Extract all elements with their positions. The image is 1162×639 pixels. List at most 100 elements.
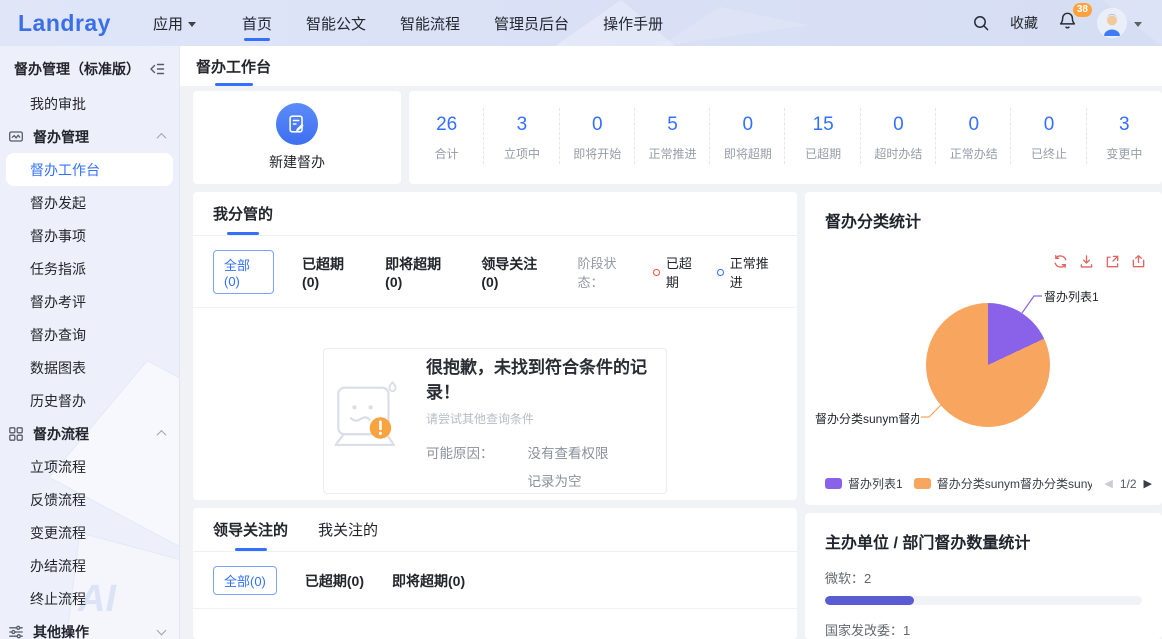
chevron-up-icon bbox=[157, 133, 167, 143]
stat-label: 正常推进 bbox=[635, 145, 710, 162]
sidebar-item-complete-flow[interactable]: 办结流程 bbox=[0, 549, 179, 582]
legend-prev-icon[interactable]: ◀ bbox=[1104, 477, 1112, 490]
stat-about-to-start[interactable]: 0即将开始 bbox=[560, 114, 635, 162]
sidebar-section-supervision-mgmt[interactable]: 督办管理 bbox=[0, 120, 179, 153]
filter-overdue[interactable]: 已超期(0) bbox=[302, 254, 357, 290]
stat-value: 0 bbox=[936, 114, 1011, 136]
panel-my-managed: 我分管的 全部(0) 已超期(0) 即将超期(0) 领导关注(0) 阶段状态： bbox=[193, 192, 797, 500]
sidebar-item-history[interactable]: 历史督办 bbox=[0, 384, 179, 417]
filter-overdue[interactable]: 已超期(0) bbox=[305, 571, 364, 591]
stage-legend-overdue: 已超期 bbox=[653, 253, 701, 291]
stat-label: 正常办结 bbox=[936, 145, 1011, 162]
nav-item-home[interactable]: 首页 bbox=[242, 0, 272, 46]
sidebar-item-label: 我的审批 bbox=[30, 94, 86, 114]
sidebar-menu: 我的审批 督办管理 督办工作台 督办发起 督办事项 任务指派 督办考评 督办查询… bbox=[0, 87, 179, 639]
sidebar-item-data-charts[interactable]: 数据图表 bbox=[0, 351, 179, 384]
favorites-button[interactable]: 收藏 bbox=[1010, 13, 1038, 33]
stat-label: 已终止 bbox=[1011, 145, 1086, 162]
legend-label: 督办分类sunym督办分类sunym督办分类sunym bbox=[937, 475, 1093, 492]
chevron-up-icon bbox=[157, 430, 167, 440]
sidebar-section-other-ops[interactable]: 其他操作 bbox=[0, 615, 179, 639]
landray-logo[interactable]: Landray bbox=[18, 10, 111, 37]
sidebar-item-label: 任务指派 bbox=[30, 259, 86, 279]
sidebar-item-my-approvals[interactable]: 我的审批 bbox=[0, 87, 179, 120]
page-tabbar: 督办工作台 bbox=[180, 46, 1162, 86]
legend-item-category[interactable]: 督办分类sunym督办分类sunym督办分类sunym bbox=[914, 475, 1093, 492]
nav-item-smart-flow[interactable]: 智能流程 bbox=[400, 0, 460, 46]
tab-my-follow[interactable]: 我关注的 bbox=[318, 508, 378, 551]
stat-label: 变更中 bbox=[1087, 145, 1162, 162]
app-menu-button[interactable]: 应用 bbox=[153, 13, 196, 34]
stage-legend-on-track: 正常推进 bbox=[717, 253, 777, 291]
stat-total[interactable]: 26合计 bbox=[409, 114, 484, 162]
sidebar-item-terminate-flow[interactable]: 终止流程 bbox=[0, 582, 179, 615]
new-supervision-label: 新建督办 bbox=[269, 152, 325, 172]
empty-doc-icon bbox=[324, 380, 410, 463]
sidebar-item-query[interactable]: 督办查询 bbox=[0, 318, 179, 351]
panel-unit-stats: 主办单位 / 部门督办数量统计 微软：2 国家发改委：1 bbox=[805, 513, 1162, 639]
stat-near-overdue[interactable]: 0即将超期 bbox=[710, 114, 785, 162]
legend-label: 督办列表1 bbox=[848, 475, 903, 492]
sidebar-item-label: 变更流程 bbox=[30, 523, 86, 543]
sidebar-item-label: 其他操作 bbox=[33, 622, 89, 639]
category-stats-title: 督办分类统计 bbox=[805, 192, 1162, 232]
stat-overtime-closed[interactable]: 0超时办结 bbox=[861, 114, 936, 162]
stage-legend-label: 正常推进 bbox=[730, 253, 777, 291]
tab-leader-follow[interactable]: 领导关注的 bbox=[213, 508, 288, 551]
sidebar-item-change-flow[interactable]: 变更流程 bbox=[0, 516, 179, 549]
empty-reason-1: 没有查看权限 bbox=[528, 442, 609, 462]
empty-reason-label: 可能原因： bbox=[426, 442, 494, 490]
sidebar-item-task-assign[interactable]: 任务指派 bbox=[0, 252, 179, 285]
nav-item-manual[interactable]: 操作手册 bbox=[603, 0, 663, 46]
filter-all[interactable]: 全部(0) bbox=[213, 566, 277, 595]
stat-initiating[interactable]: 3立项中 bbox=[484, 114, 559, 162]
unit-bar-label: 国家发改委：1 bbox=[825, 620, 1142, 639]
stat-value: 3 bbox=[484, 114, 559, 136]
stat-value: 5 bbox=[635, 114, 710, 136]
collapse-sidebar-icon[interactable] bbox=[149, 61, 165, 77]
sidebar-item-matters[interactable]: 督办事项 bbox=[0, 219, 179, 252]
sidebar-item-label: 督办考评 bbox=[30, 292, 86, 312]
nav-item-admin[interactable]: 管理员后台 bbox=[494, 0, 569, 46]
user-menu[interactable] bbox=[1097, 8, 1142, 38]
flow-icon bbox=[8, 426, 24, 442]
sidebar-item-project-flow[interactable]: 立项流程 bbox=[0, 450, 179, 483]
legend-next-icon[interactable]: ▶ bbox=[1144, 477, 1152, 490]
filter-all[interactable]: 全部(0) bbox=[213, 250, 274, 294]
stat-overdue[interactable]: 15已超期 bbox=[785, 114, 860, 162]
unit-bar-fill bbox=[825, 596, 914, 605]
sidebar-item-workbench[interactable]: 督办工作台 bbox=[6, 153, 173, 186]
nav-item-smart-docs[interactable]: 智能公文 bbox=[306, 0, 366, 46]
stat-normal-closed[interactable]: 0 正常办结 bbox=[936, 114, 1011, 162]
pie-chart[interactable] bbox=[926, 303, 1050, 427]
filter-near-overdue[interactable]: 即将超期(0) bbox=[385, 254, 453, 290]
unit-bar-row: 国家发改委：1 bbox=[805, 605, 1162, 639]
pie-chart-area: 督办列表1 督办分类sunym督办... bbox=[805, 260, 1162, 460]
notifications-button[interactable]: 38 bbox=[1058, 11, 1077, 35]
sidebar-section-supervision-flow[interactable]: 督办流程 bbox=[0, 417, 179, 450]
sidebar-item-initiate[interactable]: 督办发起 bbox=[0, 186, 179, 219]
stat-changing[interactable]: 3变更中 bbox=[1087, 114, 1162, 162]
filter-near-overdue[interactable]: 即将超期(0) bbox=[392, 571, 465, 591]
stat-value: 0 bbox=[710, 114, 785, 136]
sidebar-item-evaluation[interactable]: 督办考评 bbox=[0, 285, 179, 318]
caret-down-icon bbox=[1134, 22, 1142, 27]
panel-follow: 领导关注的 我关注的 全部(0) 已超期(0) 即将超期(0) bbox=[193, 508, 797, 639]
filter-leader-follow[interactable]: 领导关注(0) bbox=[481, 254, 549, 290]
stage-dot bbox=[653, 269, 660, 276]
sidebar-item-feedback-flow[interactable]: 反馈流程 bbox=[0, 483, 179, 516]
new-supervision-button[interactable]: 新建督办 bbox=[193, 91, 401, 184]
chart-legend: 督办列表1 督办分类sunym督办分类sunym督办分类sunym ◀ 1/2 … bbox=[825, 475, 1152, 492]
pie-callout-list1: 督办列表1 bbox=[1044, 288, 1099, 305]
stat-terminated[interactable]: 0已终止 bbox=[1011, 114, 1086, 162]
primary-nav: 首页 智能公文 智能流程 管理员后台 操作手册 bbox=[242, 0, 663, 46]
sidebar-item-label: 数据图表 bbox=[30, 358, 86, 378]
monitor-icon bbox=[8, 129, 24, 145]
search-icon[interactable] bbox=[972, 14, 990, 32]
empty-subtitle: 请尝试其他查询条件 bbox=[426, 410, 666, 427]
tab-my-managed[interactable]: 我分管的 bbox=[213, 192, 273, 235]
stat-on-track[interactable]: 5 正常推进 bbox=[635, 114, 710, 162]
sidebar-item-label: 终止流程 bbox=[30, 589, 86, 609]
legend-item-list1[interactable]: 督办列表1 bbox=[825, 475, 902, 492]
tab-supervision-workbench[interactable]: 督办工作台 bbox=[196, 46, 271, 86]
